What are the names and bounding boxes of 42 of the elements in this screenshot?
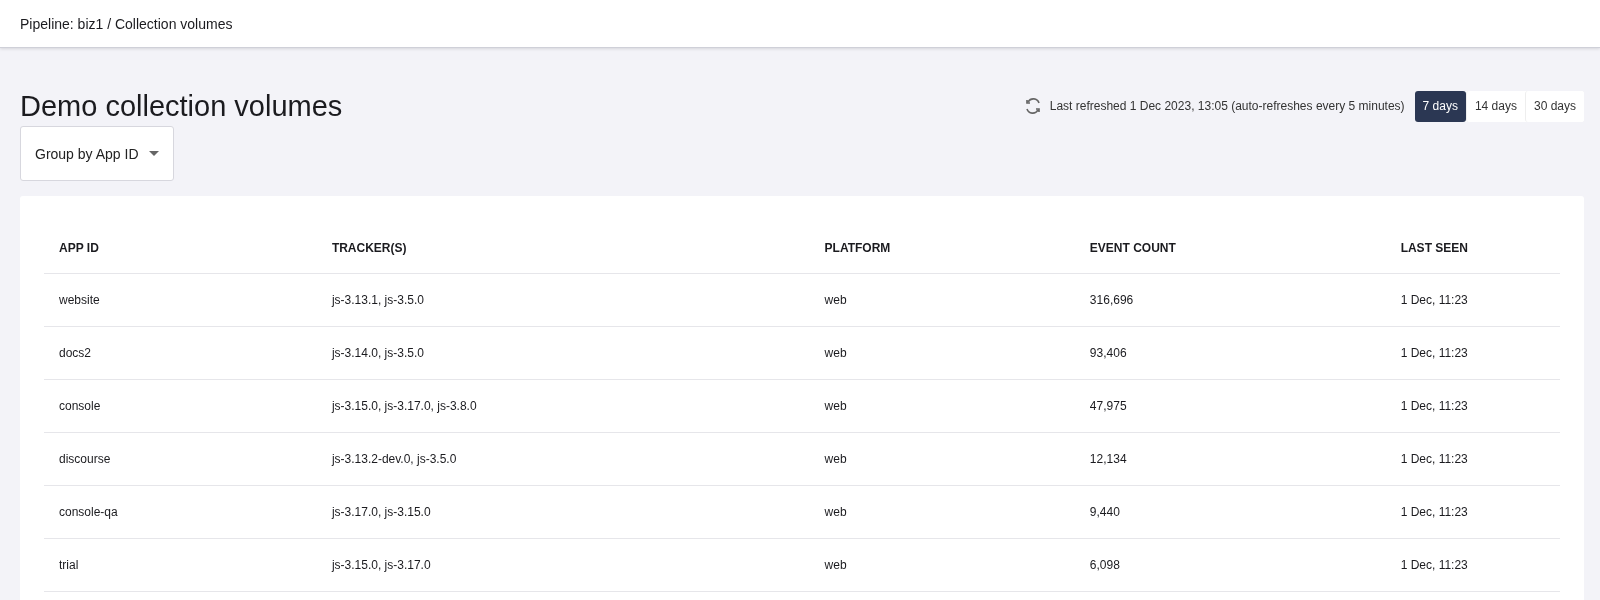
table-cell: 6,098 — [1074, 538, 1386, 592]
table-cell: js-3.15.0, js-3.17.0, js-3.8.0 — [316, 379, 810, 433]
table-cell: js-3.17.0, js-3.15.0 — [316, 485, 810, 539]
table-cell: web — [809, 273, 1075, 327]
table-cell: discourse — [44, 432, 317, 486]
column-header: TRACKER(S) — [316, 222, 810, 274]
caret-icon — [148, 151, 159, 156]
column-header: EVENT COUNT — [1074, 222, 1386, 274]
table-cell: docs2 — [44, 326, 317, 380]
table-cell: js-3.13.1, js-3.5.0 — [316, 273, 810, 327]
table-cell: 12,134 — [1074, 432, 1386, 486]
table-cell: web — [809, 326, 1075, 380]
column-header: LAST SEEN — [1385, 222, 1560, 274]
breadcrumb: Pipeline: biz1 / Collection volumes — [20, 15, 233, 32]
table-cell: js-3.13.2-dev.0, js-3.5.0 — [316, 432, 810, 486]
table-cell: js-3.14.0, js-3.5.0 — [316, 326, 810, 380]
column-header: PLATFORM — [809, 222, 1075, 274]
table-cell: console — [44, 379, 317, 433]
table-cell: trial — [44, 538, 317, 592]
table-cell: 9,440 — [1074, 485, 1386, 539]
table-cell: web — [809, 485, 1075, 539]
table-cell: 47,975 — [1074, 379, 1386, 433]
range-tab[interactable]: 7 days — [1414, 90, 1466, 122]
table-cell: 1 Dec, 11:23 — [1385, 273, 1560, 327]
table-cell: 316,696 — [1074, 273, 1386, 327]
group-by-dropdown[interactable]: Group by App ID — [20, 126, 174, 181]
column-header: APP ID — [44, 222, 317, 274]
table-cell: 1 Dec, 11:23 — [1385, 432, 1560, 486]
table-cell: 93,406 — [1074, 326, 1386, 380]
table-cell: web — [809, 379, 1075, 433]
table-cell: console-qa — [44, 485, 317, 539]
table-cell: 1 Dec, 11:23 — [1385, 379, 1560, 433]
table-cell: js-3.15.0, js-3.17.0 — [316, 538, 810, 592]
table-cell: 1 Dec, 11:23 — [1385, 326, 1560, 380]
table-cell: web — [809, 432, 1075, 486]
table-cell: website — [44, 273, 317, 327]
table-cell: web — [809, 538, 1075, 592]
page-title: Demo collection volumes — [20, 89, 343, 123]
table-cell: 1 Dec, 11:23 — [1385, 485, 1560, 539]
table-cell: 1 Dec, 11:23 — [1385, 538, 1560, 592]
refresh-icon[interactable] — [1023, 97, 1042, 115]
refresh-status: Last refreshed 1 Dec 2023, 13:05 (auto-refreshes every 5 minutes) — [1049, 99, 1405, 113]
